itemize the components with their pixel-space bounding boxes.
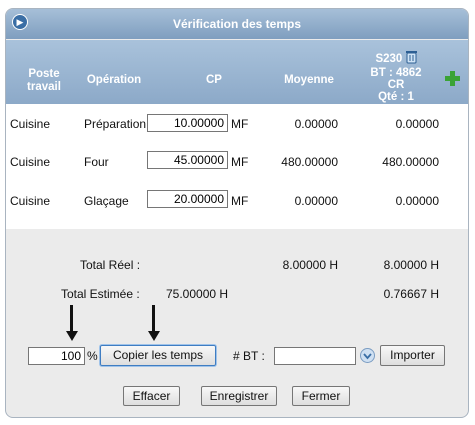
col-header-poste: Poste travail xyxy=(27,68,61,93)
clear-button[interactable]: Effacer xyxy=(123,386,180,406)
add-icon[interactable] xyxy=(445,71,460,86)
row-operation: Glaçage xyxy=(84,194,129,208)
bt-column-header: S230 BT : 4862 CR Qté : 1 xyxy=(356,50,436,103)
bt-number-input[interactable] xyxy=(274,347,356,365)
cp-input[interactable] xyxy=(147,114,228,132)
panel-title: Vérification des temps xyxy=(172,17,302,31)
table-header: Poste travail Opération CP Moyenne S230 … xyxy=(6,40,468,104)
bt-quantity: Qté : 1 xyxy=(378,91,414,103)
cp-input[interactable] xyxy=(147,151,228,169)
import-button[interactable]: Importer xyxy=(380,345,445,366)
col-header-operation: Opération xyxy=(86,74,142,86)
percent-input[interactable] xyxy=(28,347,85,365)
bt-value: 480.00000 xyxy=(382,155,439,169)
total-reel-moyenne: 8.00000 H xyxy=(282,258,338,272)
dropdown-icon[interactable] xyxy=(360,348,375,363)
moyenne-value: 480.00000 xyxy=(281,155,338,169)
row-operation: Four xyxy=(84,155,109,169)
bt-number-label: # BT : xyxy=(233,349,265,363)
total-reel-bt: 8.00000 H xyxy=(383,258,439,272)
bt-value: 0.00000 xyxy=(395,117,439,131)
col-header-cp: CP xyxy=(206,74,222,86)
total-estimee-cp: 75.00000 H xyxy=(166,287,229,301)
percent-sign: % xyxy=(87,349,98,363)
trash-icon[interactable] xyxy=(405,50,417,67)
unit-label: MF xyxy=(231,155,249,169)
unit-label: MF xyxy=(231,194,249,208)
row-poste: Cuisine xyxy=(10,155,51,169)
moyenne-value: 0.00000 xyxy=(294,117,338,131)
save-button[interactable]: Enregistrer xyxy=(201,386,277,406)
bt-value: 0.00000 xyxy=(395,194,439,208)
close-button[interactable]: Fermer xyxy=(292,386,350,406)
col-header-moyenne: Moyenne xyxy=(284,74,334,86)
bt-number: BT : 4862 xyxy=(370,67,422,79)
moyenne-value: 0.00000 xyxy=(294,194,338,208)
total-estimee-bt: 0.76667 H xyxy=(383,287,439,301)
bt-cr: CR xyxy=(387,79,405,91)
row-operation: Préparation xyxy=(84,117,147,131)
title-bar: ▶ Vérification des temps xyxy=(6,9,468,39)
row-poste: Cuisine xyxy=(10,117,51,131)
cp-input[interactable] xyxy=(147,190,228,208)
time-verification-panel: ▶ Vérification des temps Poste travail O… xyxy=(5,8,469,418)
total-estimee-label: Total Estimée : xyxy=(61,287,140,301)
total-reel-label: Total Réel : xyxy=(80,258,141,272)
unit-label: MF xyxy=(231,117,249,131)
copy-times-button[interactable]: Copier les temps xyxy=(100,345,216,366)
row-poste: Cuisine xyxy=(10,194,51,208)
bt-code: S230 xyxy=(375,53,403,65)
